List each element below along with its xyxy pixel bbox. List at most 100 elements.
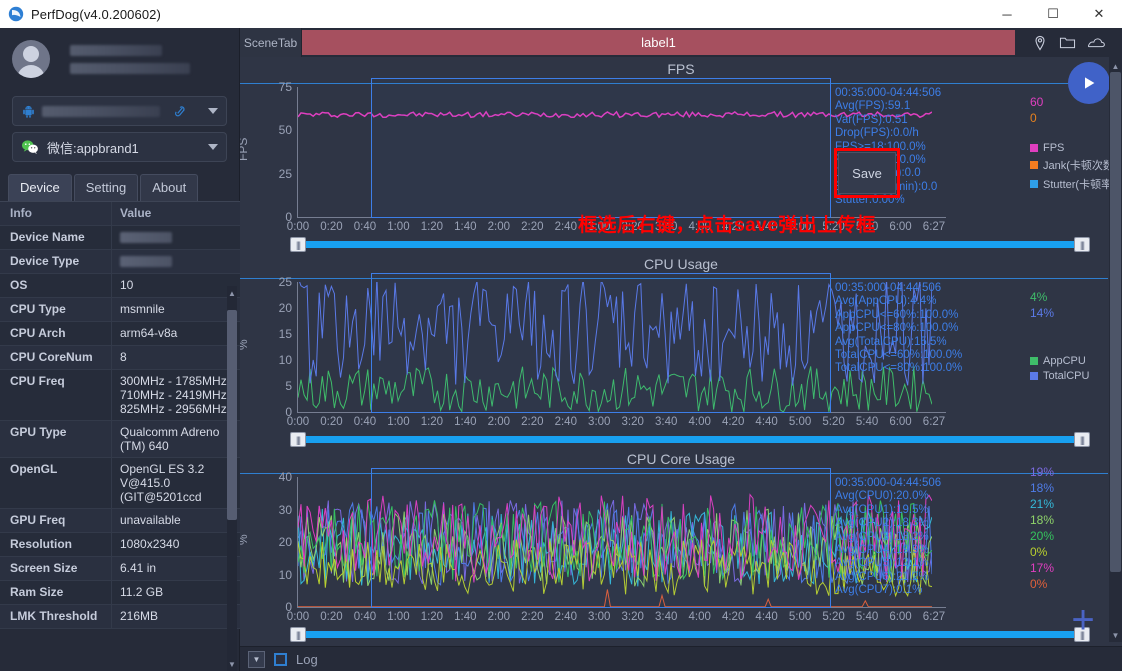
scroll-down-icon[interactable]: ▼ xyxy=(1110,628,1121,642)
table-row[interactable]: Screen Size 6.41 in xyxy=(0,557,240,581)
table-row[interactable]: Resolution 1080x2340 xyxy=(0,533,240,557)
info-cell: LMK Threshold xyxy=(0,605,112,628)
stat-line: Avg(CPU6):21.2% xyxy=(835,570,929,583)
value-line: msmnile xyxy=(120,302,165,316)
table-row[interactable]: CPU Freq 300MHz - 1785MHz 710MHz - 2419MHz… xyxy=(0,370,240,421)
y-axis-title: % xyxy=(240,534,250,545)
table-row[interactable]: OpenGL OpenGL ES 3.2 V@415.0 (GIT@5201ccd xyxy=(0,458,240,509)
time-range-slider[interactable]: ||| ||| xyxy=(290,627,1090,642)
start-record-button[interactable] xyxy=(1068,62,1110,104)
stat-line: Avg(CPU1):19.5% xyxy=(835,503,929,516)
legend-item[interactable]: FPS xyxy=(1030,142,1118,154)
table-row[interactable]: GPU Freq unavailable xyxy=(0,509,240,533)
scroll-down-icon[interactable]: ▼ xyxy=(227,658,237,670)
legend-item[interactable]: TotalCPU xyxy=(1030,370,1089,382)
scroll-up-icon[interactable]: ▲ xyxy=(1110,59,1121,73)
x-axis-labels: 0:00 0:20 0:40 1:00 1:20 1:40 2:00 2:20 2:40 3:00… xyxy=(287,416,946,432)
table-row[interactable]: CPU Type msmnile xyxy=(0,298,240,322)
chevron-down-icon[interactable] xyxy=(208,108,218,114)
slider-track[interactable] xyxy=(298,436,1082,443)
scene-label-banner[interactable]: label1 xyxy=(302,30,1015,55)
time-range-slider[interactable]: ||| ||| xyxy=(290,432,1090,447)
value-line: 8 xyxy=(120,350,127,364)
slider-track[interactable] xyxy=(298,241,1082,248)
app-select[interactable]: 微信:appbrand1 xyxy=(12,132,227,162)
table-row[interactable]: CPU Arch arm64-v8a xyxy=(0,322,240,346)
value-cell: 6.41 in xyxy=(112,557,240,580)
close-button[interactable]: ✕ xyxy=(1076,0,1122,28)
redacted-value xyxy=(120,232,172,244)
x-tick-label: 0:40 xyxy=(353,611,377,623)
current-value: 21% xyxy=(1030,497,1055,511)
value-cell: 8 xyxy=(112,346,240,369)
slider-handle-left[interactable]: ||| xyxy=(290,237,306,252)
current-value: 18% xyxy=(1030,513,1055,527)
add-chart-button[interactable]: + xyxy=(1066,600,1100,640)
x-axis-labels: 0:00 0:20 0:40 1:00 1:20 1:40 2:00 2:20 2:40 3:00… xyxy=(287,611,946,627)
slider-handle-right[interactable]: ||| xyxy=(1074,432,1090,447)
legend-item[interactable]: Jank(卡顿次数) xyxy=(1030,157,1118,173)
userid-redacted xyxy=(70,62,190,74)
table-row[interactable]: Device Type xyxy=(0,250,240,274)
sidebar: 微信:appbrand1 Device Setting About Info Va… xyxy=(0,28,240,671)
tab-about[interactable]: About xyxy=(140,174,199,201)
table-row[interactable]: CPU CoreNum 8 xyxy=(0,346,240,370)
cloud-icon[interactable] xyxy=(1087,36,1105,50)
window-title: PerfDog(v4.0.200602) xyxy=(31,6,161,22)
table-row[interactable]: OS 10 xyxy=(0,274,240,298)
charts-area: FPS 0 25 50 75 FPS 00:35:000-04:44:506 Avg(FPS)… xyxy=(240,57,1122,671)
x-tick-label: 1:00 xyxy=(387,611,410,623)
x-tick-label: 2:40 xyxy=(554,221,577,233)
table-row[interactable]: LMK Threshold 216MB xyxy=(0,605,240,629)
title-bar: PerfDog(v4.0.200602) ─ ☐ ✕ xyxy=(0,0,1122,28)
x-tick-label: 2:00 xyxy=(487,221,511,233)
table-row[interactable]: Device Name xyxy=(0,226,240,250)
window-controls: ─ ☐ ✕ xyxy=(984,0,1122,28)
log-checkbox[interactable] xyxy=(274,652,287,666)
y-tick-label: 25 xyxy=(278,275,292,289)
chart-legend: AppCPU TotalCPU xyxy=(1030,352,1089,382)
legend-item[interactable]: Stutter(卡顿率) xyxy=(1030,176,1118,192)
folder-icon[interactable] xyxy=(1059,35,1076,50)
slider-handle-right[interactable]: ||| xyxy=(1074,237,1090,252)
slider-handle-left[interactable]: ||| xyxy=(290,627,306,642)
legend-swatch xyxy=(1030,144,1038,152)
location-pin-icon[interactable] xyxy=(1032,35,1048,51)
time-range-slider[interactable]: ||| ||| xyxy=(290,237,1090,252)
y-tick-label: 75 xyxy=(278,80,292,94)
stat-line: Avg(AppCPU):4.4% xyxy=(835,295,937,308)
minimize-button[interactable]: ─ xyxy=(984,0,1030,28)
current-value: 17% xyxy=(1030,561,1055,575)
usb-link-icon[interactable] xyxy=(172,104,189,119)
x-tick-label: 4:40 xyxy=(755,611,778,623)
log-expand-button[interactable]: ▼ xyxy=(248,650,265,668)
stat-line: Drop(FPS):0.0/h xyxy=(835,127,919,140)
x-tick-label: 4:20 xyxy=(721,611,745,623)
current-value: 0% xyxy=(1030,577,1048,591)
legend-item[interactable]: AppCPU xyxy=(1030,355,1089,367)
slider-track[interactable] xyxy=(298,631,1082,638)
maximize-button[interactable]: ☐ xyxy=(1030,0,1076,28)
table-row[interactable]: GPU Type Qualcomm Adreno (TM) 640 xyxy=(0,421,240,458)
chevron-down-icon[interactable] xyxy=(208,144,218,150)
slider-handle-left[interactable]: ||| xyxy=(290,432,306,447)
tab-device[interactable]: Device xyxy=(8,174,72,201)
scene-tab[interactable]: SceneTab xyxy=(240,28,302,57)
perfdog-logo-icon xyxy=(8,6,24,22)
charts-scrollbar-thumb[interactable] xyxy=(1110,72,1121,572)
stat-line: Avg(CPU4):19.9% xyxy=(835,544,929,557)
chart-legend: FPS Jank(卡顿次数) Stutter(卡顿率) xyxy=(1030,139,1118,192)
scroll-up-icon[interactable]: ▲ xyxy=(227,287,237,299)
y-tick-label: 40 xyxy=(278,470,292,484)
value-cell: OpenGL ES 3.2 V@415.0 (GIT@5201ccd xyxy=(112,458,240,508)
value-cell: Qualcomm Adreno (TM) 640 xyxy=(112,421,240,457)
device-select[interactable] xyxy=(12,96,227,126)
legend-swatch xyxy=(1030,161,1038,169)
sidebar-scrollbar-thumb[interactable] xyxy=(227,310,237,520)
stat-line: 00:35:000-04:44:506 xyxy=(835,87,942,99)
table-row[interactable]: Ram Size 11.2 GB xyxy=(0,581,240,605)
x-tick-label: 2:20 xyxy=(521,611,544,623)
info-cell: OpenGL xyxy=(0,458,112,508)
tab-setting[interactable]: Setting xyxy=(73,174,139,201)
x-tick-label: 0:40 xyxy=(353,221,377,233)
